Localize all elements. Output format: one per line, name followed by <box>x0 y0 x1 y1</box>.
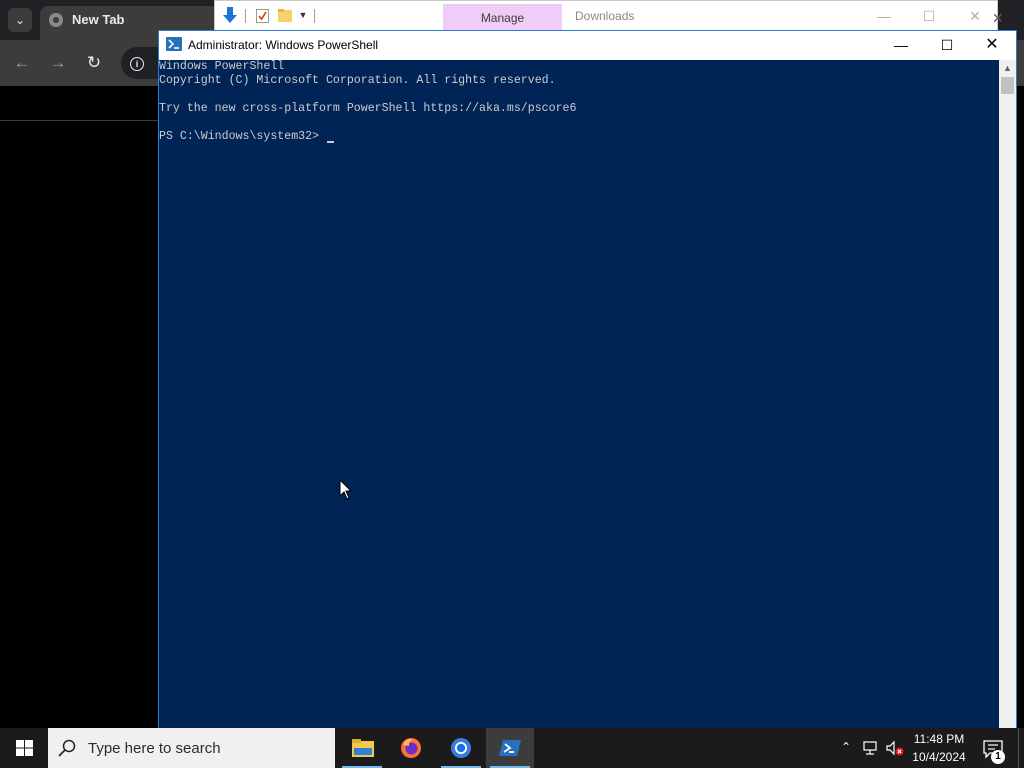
windows-logo-icon <box>16 740 33 756</box>
show-desktop-button[interactable] <box>1018 728 1024 768</box>
show-hidden-icons-chevron-icon[interactable]: ⌃ <box>839 740 853 754</box>
properties-checklist-icon[interactable] <box>256 9 269 23</box>
explorer-minimize-icon[interactable]: — <box>874 7 894 25</box>
new-tab-favicon-icon <box>49 13 63 27</box>
volume-muted-icon[interactable] <box>886 740 904 756</box>
close-icon[interactable]: ✕ <box>969 33 1015 57</box>
forward-arrow-icon[interactable]: → <box>47 52 69 74</box>
powershell-window-title: Administrator: Windows PowerShell <box>188 38 379 52</box>
mouse-pointer-icon <box>339 479 353 500</box>
site-info-icon[interactable]: i <box>130 57 144 71</box>
minimize-icon[interactable]: — <box>878 33 924 57</box>
folder-icon <box>352 739 374 757</box>
reload-icon[interactable]: ↻ <box>83 52 105 74</box>
console-line: Copyright (C) Microsoft Corporation. All… <box>159 74 556 87</box>
notification-count-badge: 1 <box>991 750 1005 764</box>
maximize-icon[interactable]: ☐ <box>924 33 970 57</box>
toolbar-separator <box>314 9 315 23</box>
browser-tab-title: New Tab <box>72 12 125 27</box>
close-icon[interactable]: ✕ <box>992 10 1008 26</box>
console-line: Try the new cross-platform PowerShell ht… <box>159 102 577 115</box>
explorer-close-icon[interactable]: ✕ <box>965 7 985 25</box>
explorer-window-title: Downloads <box>575 9 635 23</box>
ribbon-manage-label: Manage <box>480 11 525 25</box>
tab-search-button[interactable]: ⌄ <box>8 8 32 32</box>
search-placeholder: Type here to search <box>88 740 221 757</box>
toolbar-separator <box>245 9 246 23</box>
clock-date[interactable]: 10/4/2024 <box>910 750 968 764</box>
clock-time[interactable]: 11:48 PM <box>912 732 966 746</box>
customize-toolbar-dropdown-icon[interactable]: ▼ <box>298 10 308 20</box>
scroll-up-arrow-icon[interactable]: ▲ <box>999 60 1016 77</box>
vertical-scrollbar[interactable] <box>999 60 1016 728</box>
back-arrow-icon[interactable]: ← <box>11 52 33 74</box>
new-folder-icon[interactable] <box>278 9 292 22</box>
network-icon[interactable] <box>863 740 879 756</box>
scrollbar-thumb[interactable] <box>1001 77 1014 94</box>
firefox-icon <box>401 738 421 758</box>
chrome-icon <box>451 738 471 758</box>
powershell-console[interactable]: Windows PowerShell Copyright (C) Microso… <box>159 60 999 728</box>
explorer-maximize-icon[interactable]: ☐ <box>919 7 939 25</box>
console-prompt: PS C:\Windows\system32> <box>159 130 326 143</box>
text-caret <box>327 141 334 143</box>
search-icon <box>58 739 76 757</box>
chevron-down-icon: ⌄ <box>14 13 26 27</box>
console-line: Windows PowerShell <box>159 60 285 73</box>
powershell-icon <box>166 37 182 51</box>
download-arrow-icon[interactable] <box>222 6 238 24</box>
browser-divider <box>0 120 160 121</box>
powershell-icon <box>499 740 521 756</box>
